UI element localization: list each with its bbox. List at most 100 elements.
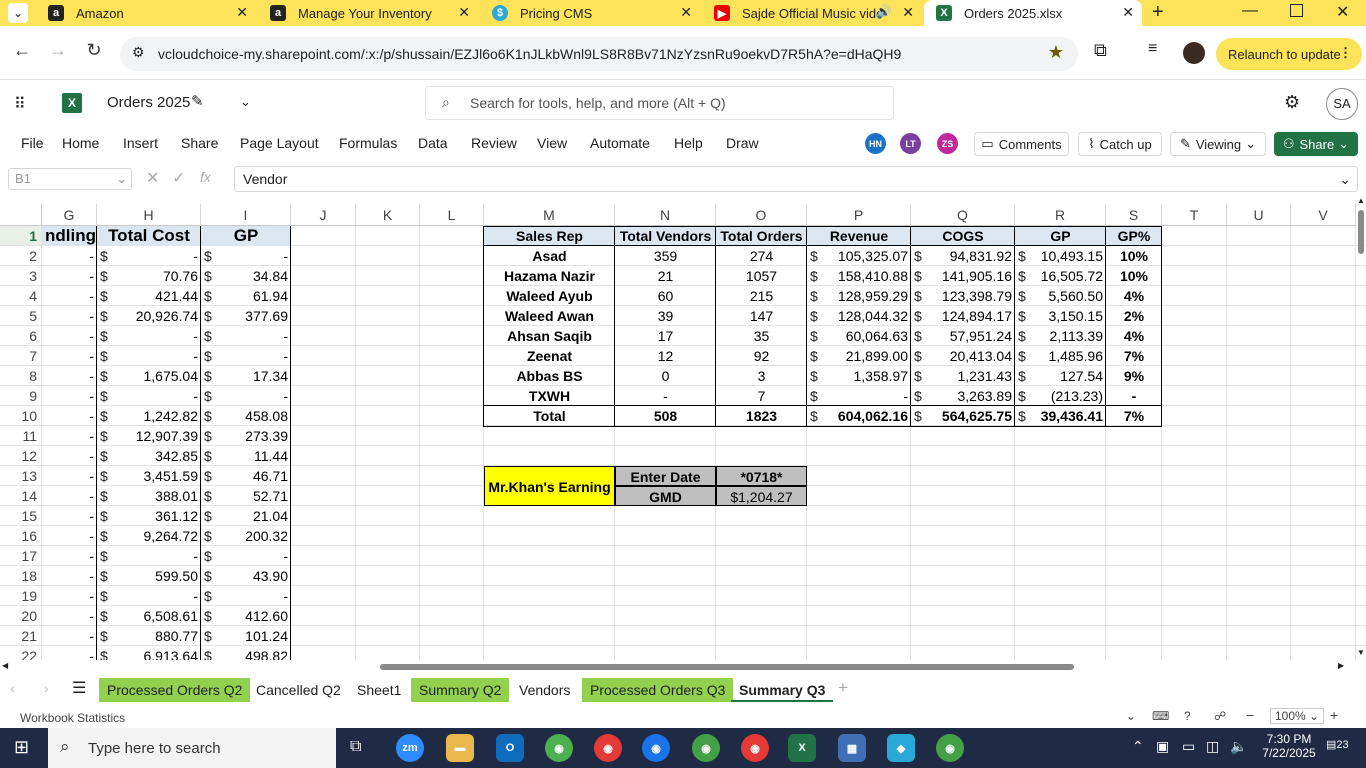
document-title[interactable]: Orders 2025 — [107, 94, 190, 111]
summary-cell[interactable]: - — [615, 386, 716, 406]
row-header-15[interactable]: 15 — [0, 506, 42, 526]
network-icon[interactable]: ◫ — [1206, 738, 1219, 755]
summary-cell[interactable]: 7 — [716, 386, 807, 406]
outlook-icon[interactable]: O — [496, 734, 524, 762]
row-header-17[interactable]: 17 — [0, 546, 42, 566]
summary-cell[interactable]: 274 — [716, 246, 807, 266]
summary-cell[interactable]: Asad — [484, 246, 615, 266]
summary-cell[interactable]: 127.54 — [1015, 366, 1106, 386]
summary-cell[interactable]: 10,493.15 — [1015, 246, 1106, 266]
summary-cell[interactable]: 35 — [716, 326, 807, 346]
comments-button[interactable]: ▭ Comments — [974, 132, 1069, 156]
app-diamond-icon[interactable]: ◆ — [887, 734, 915, 762]
title-chevron-icon[interactable]: ⌄ — [240, 94, 251, 110]
more-menu-icon[interactable]: ⋮ — [1339, 45, 1352, 61]
summary-cell[interactable]: 60,064.63 — [807, 326, 911, 346]
column-header-n[interactable]: N — [615, 204, 716, 226]
summary-cell[interactable]: 1,485.96 — [1015, 346, 1106, 366]
name-box[interactable]: B1 ⌄ — [8, 168, 132, 190]
row-header-4[interactable]: 4 — [0, 286, 42, 306]
handling-cell[interactable]: - — [42, 446, 97, 466]
worksheet-grid[interactable]: GHIJKLMNOPQRSTUV 1 2 3 4 5 6 7 8 9 10 11 12 13 14 15 16… — [0, 204, 1366, 660]
handling-cell[interactable]: - — [42, 466, 97, 486]
gp-cell[interactable]: 17.34 — [201, 366, 291, 386]
battery-icon[interactable]: ▭ — [1182, 738, 1195, 755]
close-tab-icon[interactable]: ✕ — [236, 4, 248, 21]
vertical-scroll-thumb[interactable] — [1358, 210, 1364, 254]
tab-formulas[interactable]: Formulas — [339, 135, 397, 151]
total-cost-cell[interactable]: 70.76 — [97, 266, 201, 286]
handling-cell[interactable]: - — [42, 266, 97, 286]
add-sheet-plus-icon[interactable]: + — [838, 678, 848, 698]
summary-cell[interactable]: 16,505.72 — [1015, 266, 1106, 286]
total-cost-cell[interactable]: - — [97, 586, 201, 606]
handling-cell[interactable]: - — [42, 526, 97, 546]
gp-cell[interactable]: 200.32 — [201, 526, 291, 546]
summary-cell[interactable]: 3,263.89 — [911, 386, 1015, 406]
total-cost-cell[interactable]: - — [97, 386, 201, 406]
handling-cell[interactable]: - — [42, 586, 97, 606]
close-tab-icon[interactable]: ✕ — [902, 4, 914, 21]
next-sheet-icon[interactable]: › — [44, 680, 49, 696]
sensitivity-icon[interactable]: ✎ — [191, 92, 204, 110]
collaborator-avatar[interactable]: ZS — [937, 133, 958, 154]
gmd-label-cell[interactable]: GMD — [615, 486, 716, 506]
total-cost-cell[interactable]: 421.44 — [97, 286, 201, 306]
summary-header-cell[interactable]: Total Orders — [716, 226, 807, 246]
clock[interactable]: 7:30 PM 7/22/2025 — [1258, 732, 1320, 760]
search-input[interactable]: ⌕ Search for tools, help, and more (Alt … — [425, 86, 894, 120]
tab-review[interactable]: Review — [471, 135, 517, 151]
row-header-14[interactable]: 14 — [0, 486, 42, 506]
handling-cell[interactable]: - — [42, 646, 97, 660]
share-button[interactable]: ⚇ Share ⌄ — [1274, 132, 1358, 156]
calculator-icon[interactable]: ▦ — [838, 734, 866, 762]
summary-cell[interactable]: 141,905.16 — [911, 266, 1015, 286]
summary-header-cell[interactable]: GP% — [1106, 226, 1162, 246]
summary-cell[interactable]: 359 — [615, 246, 716, 266]
summary-cell[interactable]: 3,150.15 — [1015, 306, 1106, 326]
handling-cell[interactable]: - — [42, 386, 97, 406]
volume-icon[interactable]: 🔈 — [1230, 738, 1247, 755]
header-cell-handling[interactable]: ndling — [42, 226, 97, 246]
summary-cell[interactable]: Waleed Ayub — [484, 286, 615, 306]
catch-up-button[interactable]: ⌇ Catch up — [1078, 132, 1162, 156]
tab-insert[interactable]: Insert — [123, 135, 158, 151]
gp-cell[interactable]: - — [201, 326, 291, 346]
confirm-check-icon[interactable]: ✓ — [172, 168, 185, 188]
tab-automate[interactable]: Automate — [590, 135, 650, 151]
tab-data[interactable]: Data — [418, 135, 448, 151]
gp-cell[interactable]: 101.24 — [201, 626, 291, 646]
column-header-r[interactable]: R — [1015, 204, 1106, 226]
handling-cell[interactable]: - — [42, 506, 97, 526]
gp-cell[interactable]: 458.08 — [201, 406, 291, 426]
row-header-6[interactable]: 6 — [0, 326, 42, 346]
tab-page-layout[interactable]: Page Layout — [240, 135, 319, 151]
summary-cell[interactable]: 508 — [615, 406, 716, 426]
tray-app-icon[interactable]: ▣ — [1156, 738, 1169, 755]
gp-cell[interactable]: 11.44 — [201, 446, 291, 466]
browser-tab-inventory[interactable]: a Manage Your Inventory ✕ — [258, 0, 478, 26]
column-header-i[interactable]: I — [201, 204, 291, 226]
maximize-icon[interactable] — [1290, 4, 1303, 17]
tab-search-chevron-icon[interactable]: ⌄ — [8, 3, 28, 23]
back-icon[interactable]: ← — [10, 40, 34, 61]
summary-cell[interactable]: 1,358.97 — [807, 366, 911, 386]
url-field[interactable]: ⚙ vcloudchoice-my.sharepoint.com/:x:/p/s… — [120, 37, 1078, 71]
summary-cell[interactable]: 1,231.43 — [911, 366, 1015, 386]
summary-cell[interactable]: Total — [484, 406, 615, 426]
tab-share[interactable]: Share — [181, 135, 218, 151]
row-header-12[interactable]: 12 — [0, 446, 42, 466]
summary-cell[interactable]: - — [1106, 386, 1162, 406]
summary-cell[interactable]: 10% — [1106, 266, 1162, 286]
summary-cell[interactable]: 2% — [1106, 306, 1162, 326]
prev-sheet-icon[interactable]: ‹ — [10, 680, 15, 696]
row-header-8[interactable]: 8 — [0, 366, 42, 386]
summary-cell[interactable]: 21 — [615, 266, 716, 286]
column-header-g[interactable]: G — [42, 204, 97, 226]
total-cost-cell[interactable]: 6,508.61 — [97, 606, 201, 626]
user-avatar[interactable]: SA — [1326, 88, 1358, 120]
column-header-t[interactable]: T — [1162, 204, 1227, 226]
chrome-icon[interactable]: ◉ — [692, 734, 720, 762]
row-header-20[interactable]: 20 — [0, 606, 42, 626]
taskbar-search-input[interactable]: ⌕ Type here to search — [48, 728, 336, 768]
